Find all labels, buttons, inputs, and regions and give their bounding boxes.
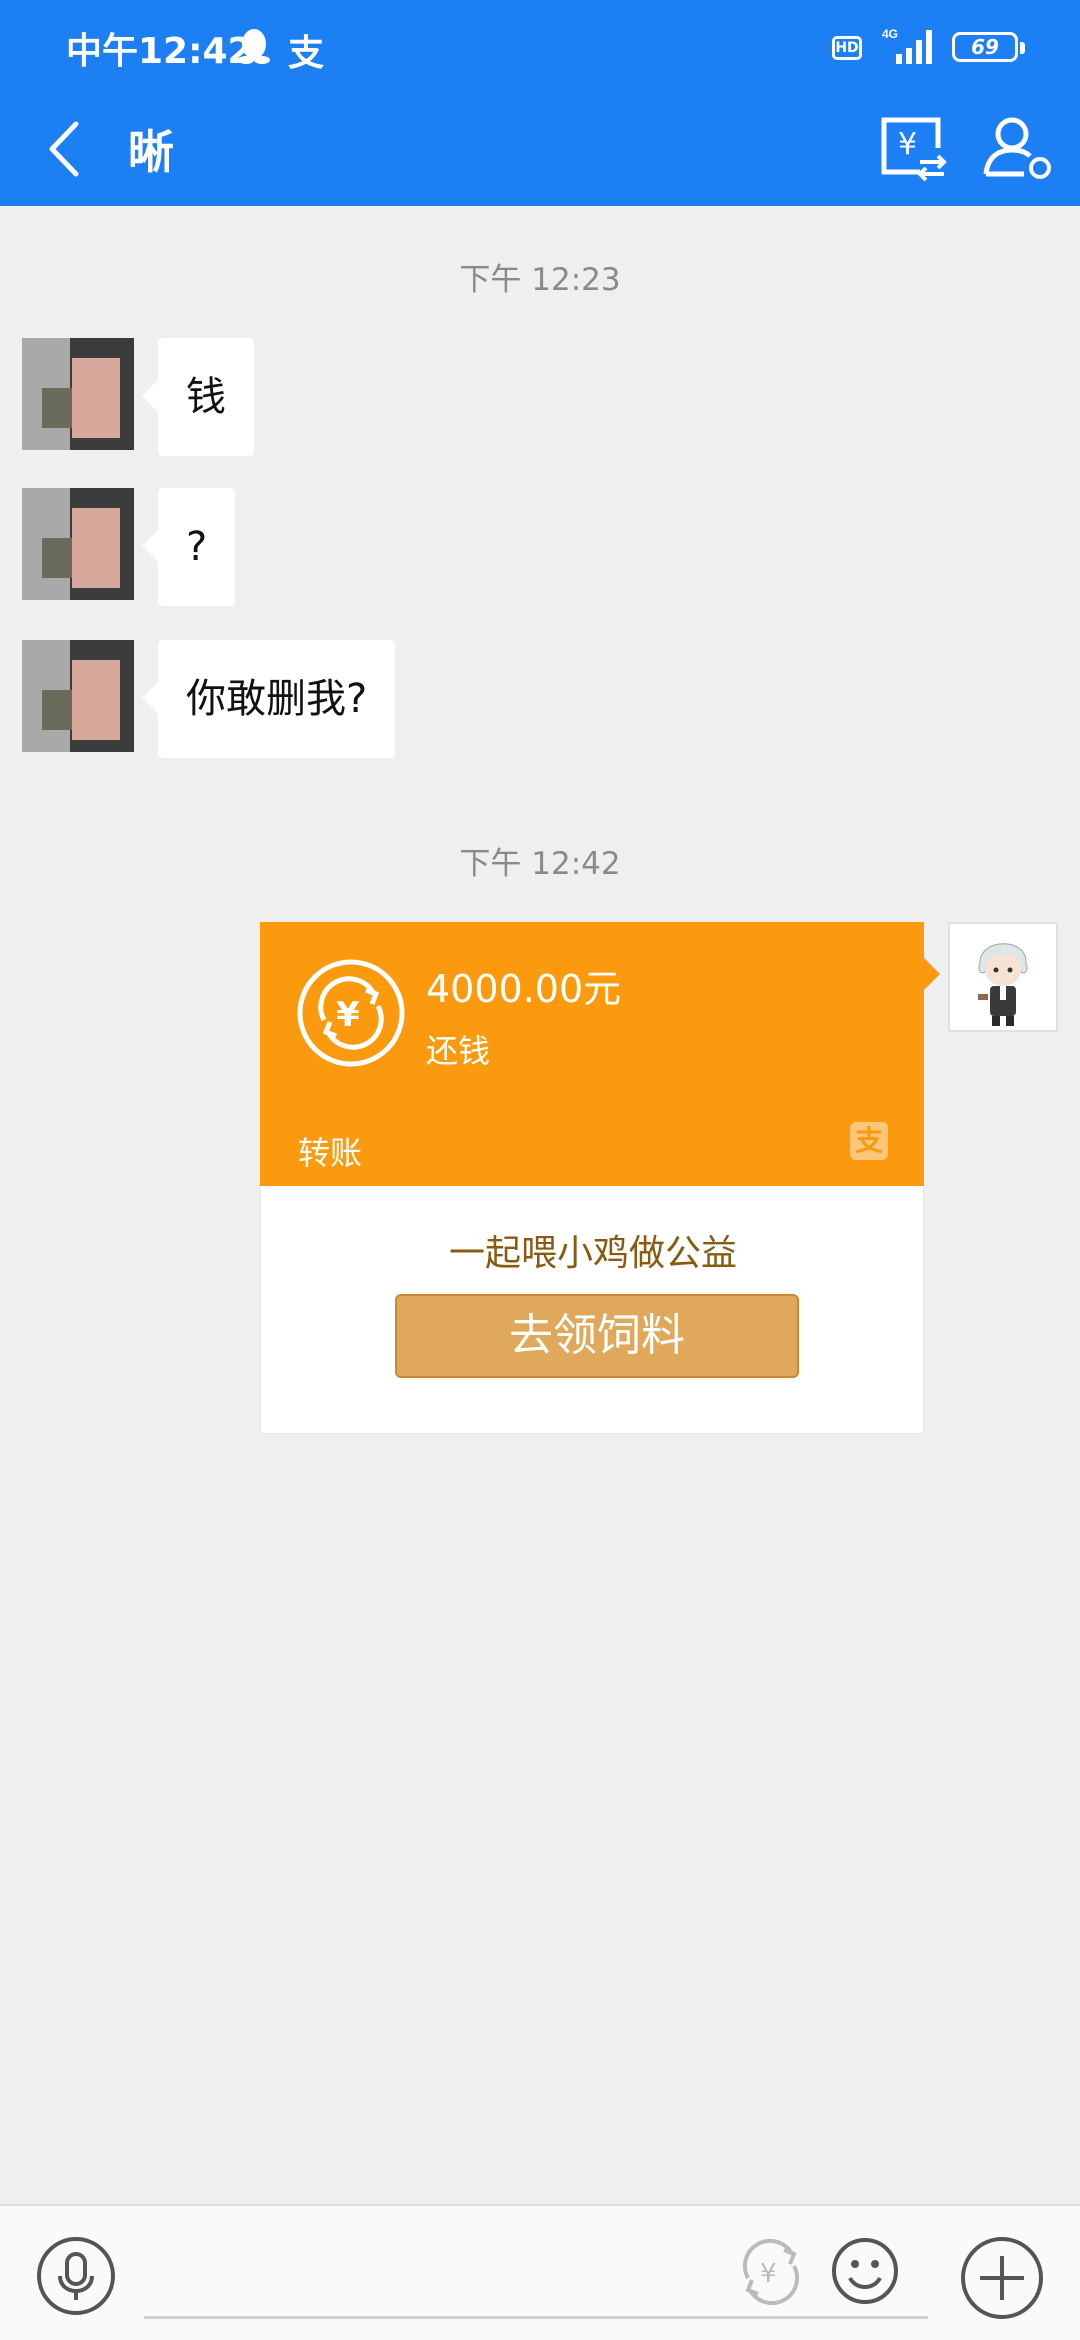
back-chevron-icon[interactable] [40,114,90,184]
timestamp: 下午 12:42 [459,846,621,882]
plus-icon[interactable] [960,2236,1044,2320]
anime-avatar-icon [978,943,1028,1026]
message-input[interactable] [144,2316,928,2319]
my-avatar[interactable] [948,922,1058,1032]
transfer-money-icon[interactable]: ¥ [736,2236,806,2306]
transfer-card-header[interactable]: ¥ 4000.00元 还钱 转账 支 [260,922,940,1186]
contact-avatar[interactable] [22,640,134,752]
alipay-logo-icon: 支 [850,1122,888,1160]
status-bar: 中午12:42 支 HD 4G 69 [0,0,1080,96]
status-time: 中午12:42 [66,31,253,72]
transfer-type-label: 转账 [298,1134,363,1172]
transfer-amount: 4000.00元 [426,967,622,1011]
svg-text:¥: ¥ [898,127,917,162]
promo-section: 一起喂小鸡做公益 去领饲料 [260,1186,924,1434]
message-bubble[interactable]: 你敢删我? [141,640,396,758]
title-bar: 晰 ¥ [0,96,1080,206]
signal-icon: 4G [882,27,932,64]
emoji-icon[interactable] [830,2236,900,2306]
battery-icon: 69 [952,32,1025,62]
alipay-status-icon: 支 [288,33,325,74]
contact-avatar[interactable] [22,488,134,600]
hd-icon: HD [832,36,862,60]
svg-text:¥: ¥ [336,995,360,1035]
promo-text: 一起喂小鸡做公益 [448,1233,737,1274]
claim-feed-button[interactable]: 去领饲料 [395,1294,799,1378]
profile-settings-icon[interactable] [978,108,1056,186]
top-bar: 中午12:42 支 HD 4G 69 晰 ¥ [0,0,1080,206]
svg-text:4G: 4G [882,27,898,41]
input-bar: ¥ [0,2204,1080,2340]
transfer-icon[interactable]: ¥ [872,108,950,186]
svg-text:¥: ¥ [760,2259,777,2289]
chat-title: 晰 [128,125,174,179]
timestamp: 下午 12:23 [459,262,621,298]
contact-avatar[interactable] [22,338,134,450]
voice-input-icon[interactable] [36,2236,116,2316]
transfer-card[interactable]: ¥ 4000.00元 还钱 转账 支 一起喂小鸡做公益 去领饲料 [260,922,940,1434]
message-bubble[interactable]: ? [141,488,236,606]
message-bubble[interactable]: 钱 [142,338,254,456]
transfer-coin-icon: ¥ [297,959,405,1067]
qq-icon [238,29,270,64]
transfer-memo: 还钱 [426,1032,491,1070]
